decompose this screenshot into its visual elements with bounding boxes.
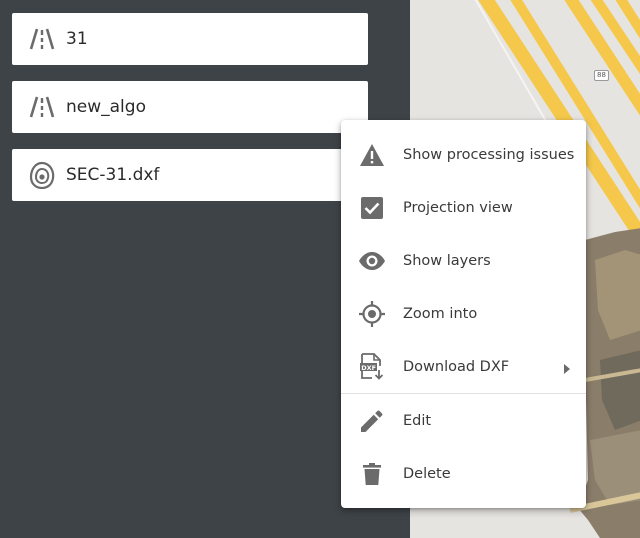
pencil-icon bbox=[357, 406, 387, 436]
layer-item-new-algo[interactable]: new_algo bbox=[12, 81, 368, 133]
menu-item-download-dxf[interactable]: DXF Download DXF bbox=[341, 340, 586, 393]
dxf-download-icon: DXF bbox=[357, 352, 387, 382]
submenu-arrow-icon bbox=[564, 361, 570, 379]
layer-label: 31 bbox=[66, 29, 88, 49]
layer-label: new_algo bbox=[66, 97, 146, 117]
crosshair-icon bbox=[357, 299, 387, 329]
warning-icon bbox=[357, 140, 387, 170]
layer-item-31[interactable]: 31 bbox=[12, 13, 368, 65]
trash-icon bbox=[357, 459, 387, 489]
highway-shield: 88 bbox=[594, 70, 609, 81]
layer-item-sec-31-dxf[interactable]: SEC-31.dxf bbox=[12, 149, 368, 201]
svg-text:DXF: DXF bbox=[361, 363, 376, 371]
menu-item-show-processing-issues[interactable]: Show processing issues bbox=[341, 128, 586, 181]
menu-item-delete[interactable]: Delete bbox=[341, 447, 586, 500]
checkbox-checked-icon bbox=[357, 193, 387, 223]
context-menu: Show processing issues Projection view S… bbox=[341, 120, 586, 508]
menu-item-zoom-into[interactable]: Zoom into bbox=[341, 287, 586, 340]
road-icon bbox=[28, 25, 56, 53]
eye-icon bbox=[357, 246, 387, 276]
contour-icon bbox=[28, 161, 56, 189]
layer-label: SEC-31.dxf bbox=[66, 165, 160, 185]
menu-item-show-layers[interactable]: Show layers bbox=[341, 234, 586, 287]
menu-item-projection-view[interactable]: Projection view bbox=[341, 181, 586, 234]
menu-item-edit[interactable]: Edit bbox=[341, 394, 586, 447]
road-icon bbox=[28, 93, 56, 121]
